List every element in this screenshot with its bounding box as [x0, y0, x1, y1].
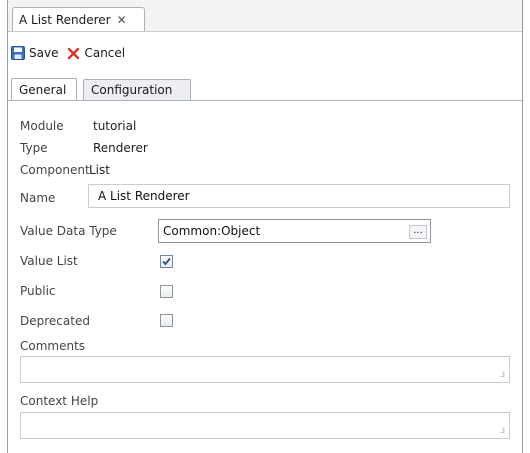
checkmark-icon [162, 257, 171, 266]
value-data-type-label: Value Data Type [20, 224, 117, 238]
name-input[interactable]: A List Renderer [88, 184, 510, 208]
floppy-disk-icon [11, 46, 25, 60]
component-value: List [89, 163, 110, 177]
component-label: Component [20, 163, 90, 177]
resize-grip-icon[interactable]: .:i [500, 370, 506, 379]
deprecated-label: Deprecated [20, 314, 90, 328]
editor-tab-bar: A List Renderer ✕ [8, 0, 522, 32]
cancel-button-label: Cancel [84, 46, 126, 60]
save-button[interactable]: Save [11, 46, 58, 60]
type-value: Renderer [93, 141, 148, 155]
editor-tab[interactable]: A List Renderer ✕ [12, 7, 145, 31]
type-label: Type [20, 141, 48, 155]
toolbar: Save Cancel [8, 40, 522, 66]
resize-grip-icon[interactable]: .:i [500, 426, 506, 435]
comments-textarea[interactable]: .:i [20, 356, 510, 383]
value-list-label: Value List [20, 254, 78, 268]
module-value: tutorial [93, 119, 137, 133]
context-help-textarea[interactable]: .:i [20, 412, 510, 439]
cancel-x-icon [68, 47, 80, 59]
tab-configuration[interactable]: Configuration [83, 79, 191, 100]
editor-frame: A List Renderer ✕ Save Cancel General Co… [7, 0, 523, 453]
name-input-value: A List Renderer [98, 189, 190, 203]
value-data-type-value: Common:Object [163, 224, 261, 238]
cancel-button[interactable]: Cancel [67, 46, 125, 60]
deprecated-checkbox[interactable] [160, 314, 173, 327]
close-icon[interactable]: ✕ [117, 13, 127, 27]
tab-general-label: General [19, 82, 67, 97]
tab-configuration-label: Configuration [91, 83, 173, 97]
subtab-bar: General Configuration [8, 77, 522, 101]
public-checkbox[interactable] [160, 285, 173, 298]
value-data-type-field[interactable]: Common:Object ... [158, 219, 431, 243]
public-label: Public [20, 284, 56, 298]
module-label: Module [20, 119, 64, 133]
save-button-label: Save [29, 46, 59, 60]
tab-general[interactable]: General [11, 78, 77, 100]
editor-tab-title: A List Renderer [19, 12, 111, 27]
browse-data-type-button[interactable]: ... [409, 225, 427, 239]
name-label: Name [20, 191, 56, 205]
comments-label: Comments [20, 339, 86, 353]
value-list-checkbox[interactable] [160, 255, 173, 268]
context-help-label: Context Help [20, 394, 99, 408]
